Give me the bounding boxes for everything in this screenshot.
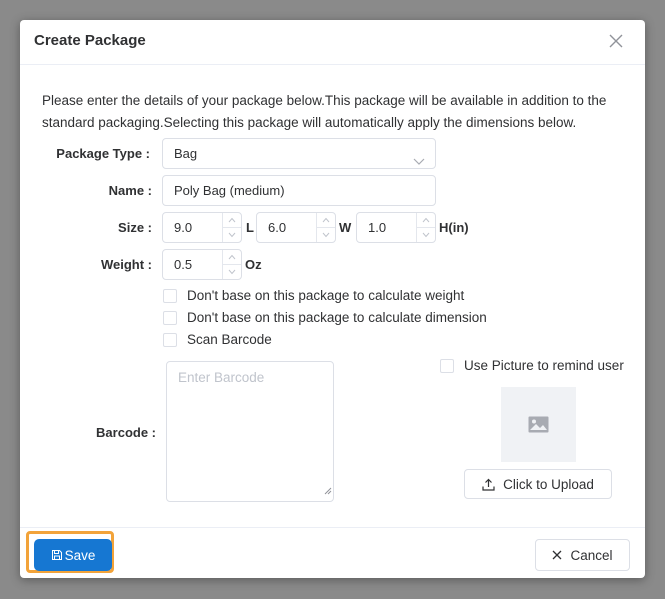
upload-icon [482,478,495,491]
barcode-label: Barcode : [96,425,156,440]
close-icon[interactable] [609,34,627,52]
picture-preview [501,387,576,462]
decrement-button[interactable] [417,228,435,242]
decrement-button[interactable] [223,265,241,279]
package-type-select[interactable]: Bag [162,138,436,169]
dialog-header: Create Package [20,20,645,65]
chevron-down-icon [413,148,425,165]
create-package-dialog: Create Package Please enter the details … [20,20,645,578]
height-stepper [416,213,435,242]
width-stepper [316,213,335,242]
length-input[interactable]: 9.0 [162,212,242,243]
weight-stepper [222,250,241,279]
package-type-value: Bag [174,146,198,161]
dialog-title: Create Package [34,32,146,49]
weight-input[interactable]: 0.5 [162,249,242,280]
increment-button[interactable] [223,250,241,265]
increment-button[interactable] [317,213,335,228]
weight-label: Weight : [100,257,152,272]
scan-barcode-checkbox[interactable]: Scan Barcode [163,332,272,347]
length-unit: L [246,220,254,235]
decrement-button[interactable] [223,228,241,242]
upload-label: Click to Upload [503,476,594,492]
use-picture-checkbox[interactable]: Use Picture to remind user [440,358,624,373]
resize-handle-icon[interactable] [324,482,332,500]
width-unit: W [339,220,352,235]
weight-value: 0.5 [174,257,193,272]
height-value: 1.0 [368,220,387,235]
length-stepper [222,213,241,242]
length-value: 9.0 [174,220,193,235]
cancel-label: Cancel [570,547,613,563]
increment-button[interactable] [223,213,241,228]
name-value: Poly Bag (medium) [174,183,285,198]
checkbox-box[interactable] [163,310,177,325]
package-type-label: Package Type : [56,146,150,161]
save-label: Save [64,547,96,563]
no-dimension-label: Don't base on this package to calculate … [187,310,487,325]
width-value: 6.0 [268,220,287,235]
intro-text: Please enter the details of your package… [42,93,607,130]
checkbox-box[interactable] [163,288,177,303]
upload-button[interactable]: Click to Upload [464,469,612,499]
checkbox-box[interactable] [163,332,177,347]
save-icon [51,550,62,560]
image-icon [528,416,549,433]
height-unit: H(in) [439,220,469,235]
increment-button[interactable] [417,213,435,228]
save-button[interactable]: Save [34,539,112,571]
close-icon [553,550,562,560]
barcode-textarea[interactable]: Enter Barcode [166,361,334,502]
weight-unit: Oz [245,257,262,272]
checkbox-box[interactable] [440,358,454,373]
name-label: Name : [108,183,152,198]
barcode-placeholder: Enter Barcode [178,370,265,385]
no-dimension-checkbox[interactable]: Don't base on this package to calculate … [163,310,487,325]
name-input[interactable]: Poly Bag (medium) [162,175,436,206]
scan-barcode-label: Scan Barcode [187,332,272,347]
height-input[interactable]: 1.0 [356,212,436,243]
use-picture-label: Use Picture to remind user [464,358,624,373]
cancel-button[interactable]: Cancel [535,539,630,571]
no-weight-label: Don't base on this package to calculate … [187,288,465,303]
dialog-footer: Save Cancel [20,527,645,579]
width-input[interactable]: 6.0 [256,212,336,243]
decrement-button[interactable] [317,228,335,242]
no-weight-checkbox[interactable]: Don't base on this package to calculate … [163,288,464,303]
size-label: Size : [118,220,152,235]
